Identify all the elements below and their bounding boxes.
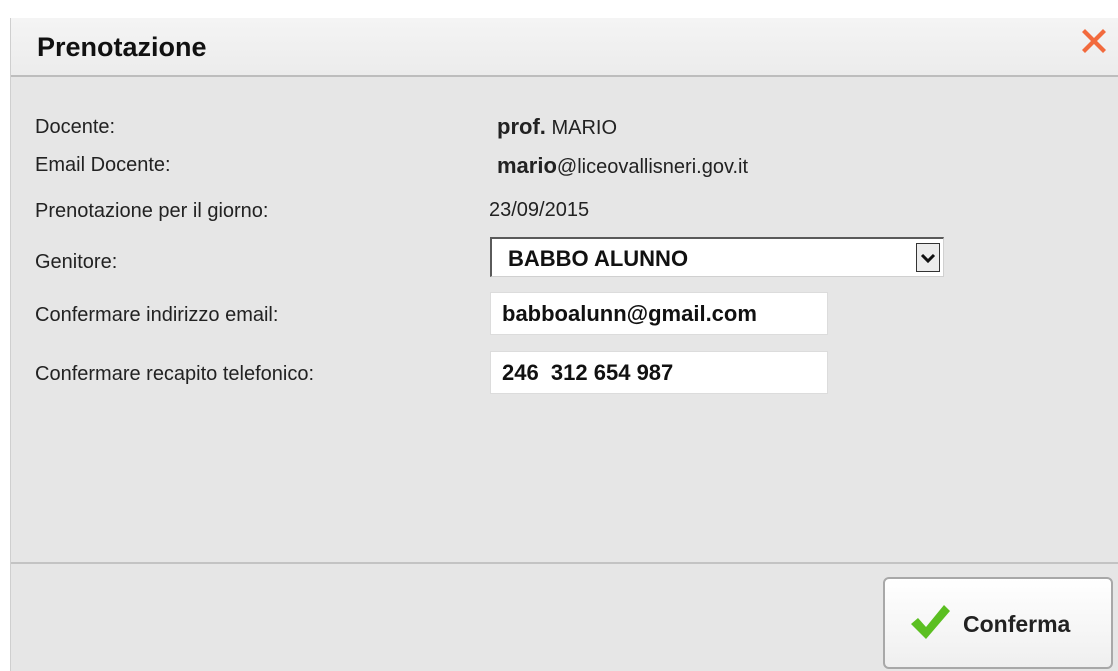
dialog-titlebar: Prenotazione (11, 18, 1118, 77)
email-docente-label: Email Docente: (35, 154, 171, 176)
docente-value: prof. MARIO (497, 114, 617, 140)
email-confirm-field[interactable] (490, 292, 828, 335)
phone-confirm-label: Confermare recapito telefonico: (35, 363, 315, 385)
confirm-button[interactable]: Conferma (883, 577, 1113, 669)
genitore-label: Genitore: (35, 251, 118, 273)
dropdown-arrow-icon[interactable] (916, 243, 940, 272)
confirm-button-label: Conferma (963, 611, 1071, 637)
dialog-title: Prenotazione (37, 32, 207, 62)
phone-confirm-field[interactable] (490, 351, 828, 394)
genitore-selected-value: BABBO ALUNNO (508, 246, 689, 271)
email-user: mario (497, 153, 557, 178)
email-domain: @liceovallisneri.gov.it (556, 156, 749, 178)
docente-name: MARIO (551, 117, 618, 139)
checkmark-icon (911, 605, 950, 639)
close-button[interactable] (1077, 24, 1111, 58)
close-x-icon (1082, 29, 1106, 53)
date-label: Prenotazione per il giorno: (35, 200, 269, 222)
email-confirm-label: Confermare indirizzo email: (35, 304, 279, 326)
docente-label: Docente: (35, 116, 116, 138)
date-value: 23/09/2015 (489, 199, 590, 221)
docente-prefix: prof. (497, 114, 546, 139)
booking-dialog: Prenotazione Docente: prof. MARIO Email … (10, 18, 1118, 671)
email-docente-value: mario@liceovallisneri.gov.it (497, 153, 748, 179)
genitore-select[interactable]: BABBO ALUNNO (490, 237, 944, 277)
